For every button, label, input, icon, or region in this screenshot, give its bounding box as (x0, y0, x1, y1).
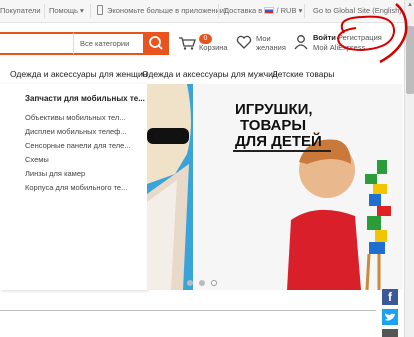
annotation-overlay (336, 3, 408, 64)
